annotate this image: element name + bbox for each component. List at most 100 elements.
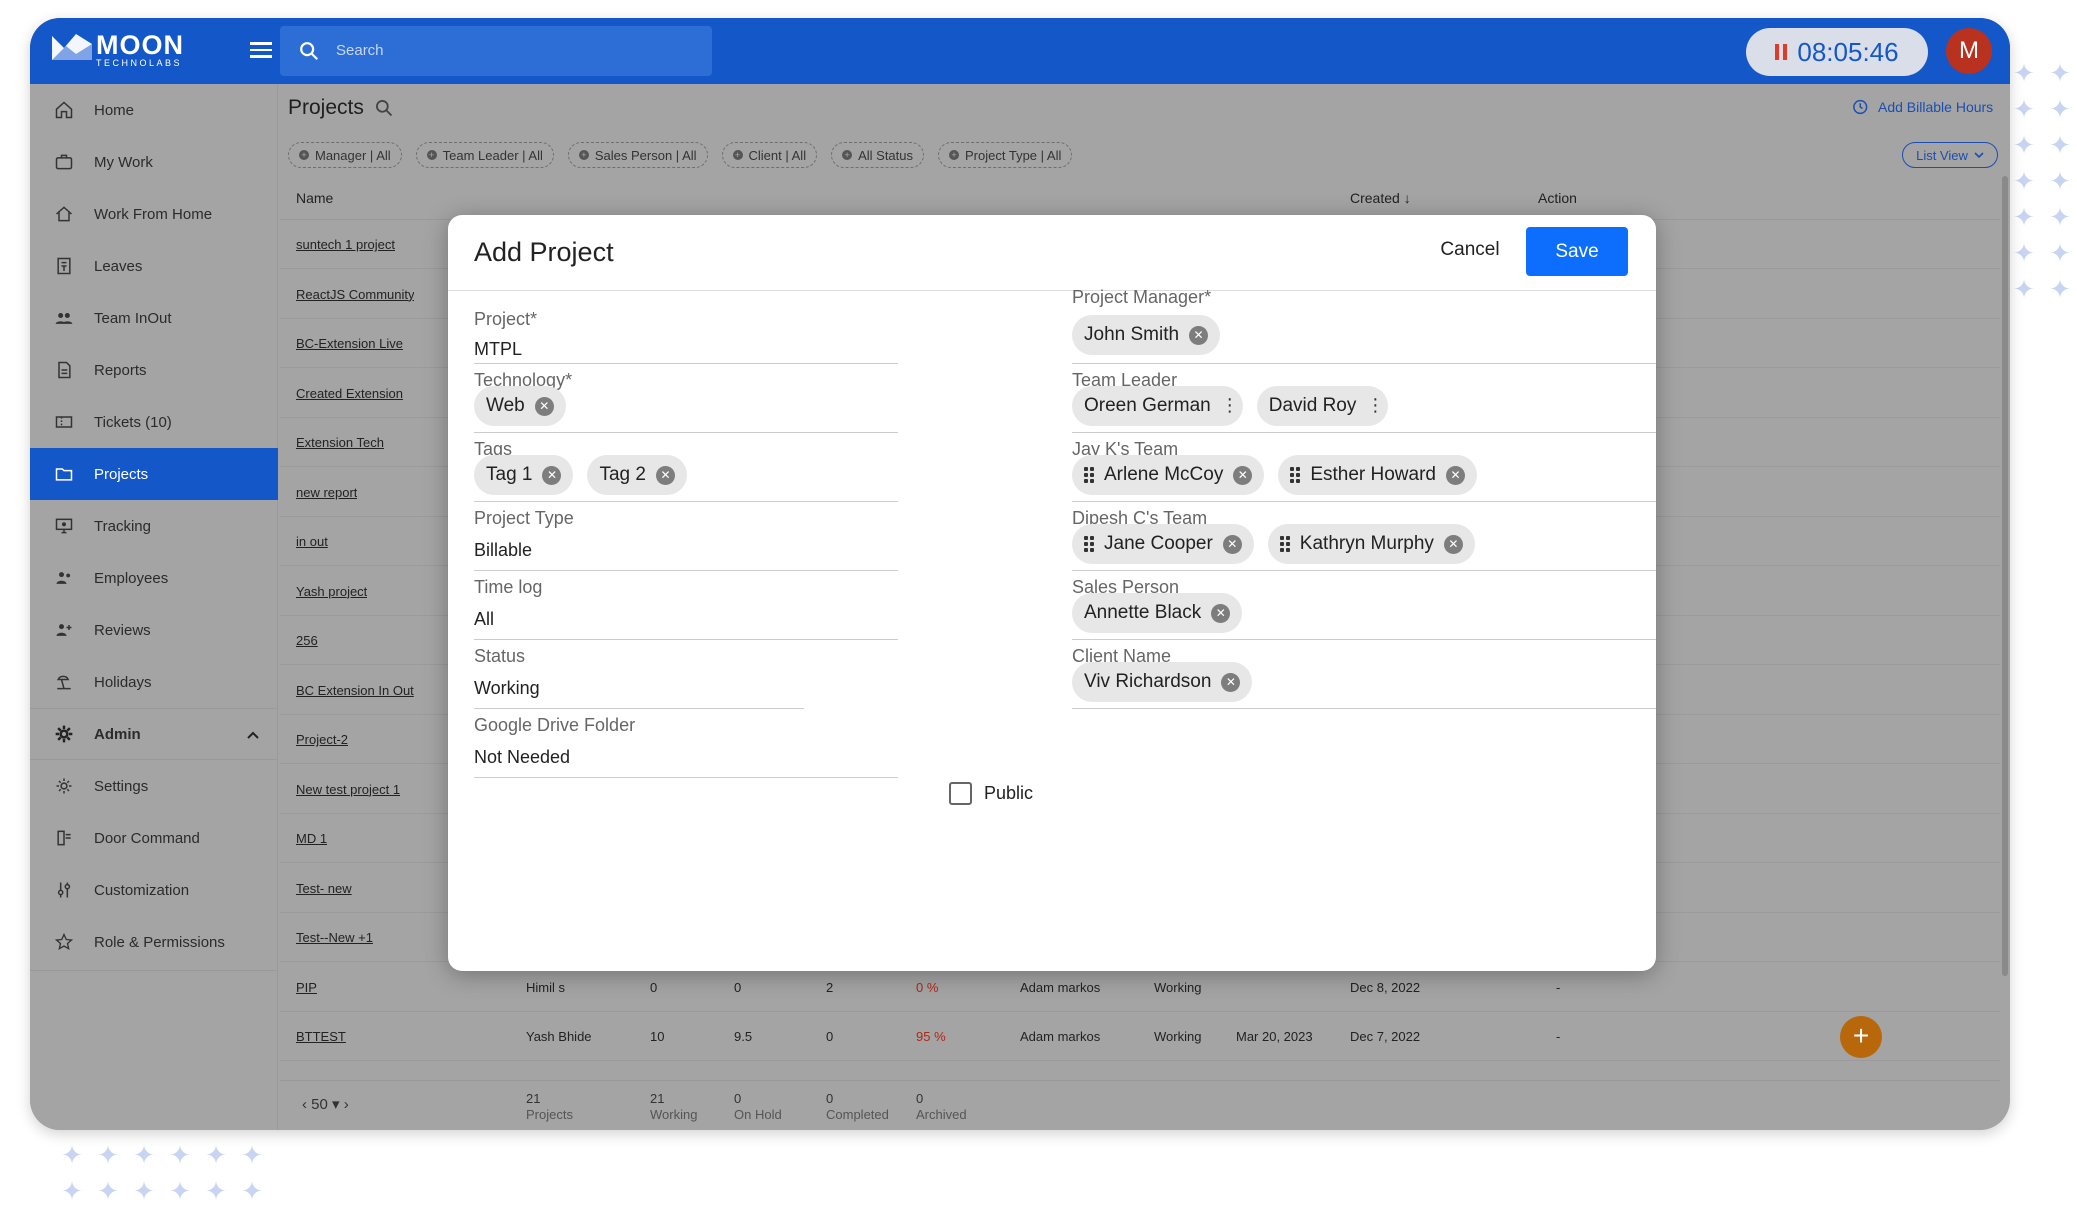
sidebar-item-my-work[interactable]: My Work [30,136,278,188]
cell-action[interactable]: - [1556,1029,1560,1044]
search-input[interactable]: Search [280,26,712,76]
menu-icon[interactable] [250,42,272,58]
save-button[interactable]: Save [1526,227,1628,276]
person-chip[interactable]: Web ✕ [474,386,566,426]
close-icon[interactable]: ✕ [1221,672,1241,692]
add-billable-hours-link[interactable]: Add Billable Hours [1852,98,1993,116]
sidebar-item-team-inout[interactable]: Team InOut [30,292,278,344]
close-icon[interactable]: ✕ [1211,603,1231,623]
add-fab-button[interactable]: + [1840,1016,1882,1058]
field-client[interactable]: Client Name Viv Richardson ✕ [1072,640,1656,709]
project-name-link[interactable]: Extension Tech [296,435,384,450]
person-chip[interactable]: Jane Cooper ✕ [1072,524,1254,564]
filter-chip[interactable]: + All Status [831,142,925,168]
public-checkbox[interactable]: Public [949,782,1033,805]
project-name-link[interactable]: 256 [296,633,318,648]
sidebar-item-tracking[interactable]: Tracking [30,500,278,552]
sidebar-item-admin[interactable]: Admin [30,708,278,760]
table-row[interactable]: BTTEST Yash Bhide 10 9.5 0 95 % Adam markos Wor… [280,1012,2000,1061]
project-name-link[interactable]: Project-2 [296,732,348,747]
field-project-manager[interactable]: Project Manager* John Smith ✕ [1072,287,1656,364]
field-drive[interactable]: Google Drive Folder Not Needed [474,709,898,778]
field-team-a[interactable]: Jay K's Team Arlene McCoy ✕ Esther Howard ✕ [1072,433,1656,502]
sidebar-item-reviews[interactable]: Reviews [30,604,278,656]
field-team-leader[interactable]: Team Leader Oreen German ⋮ David Roy ⋮ [1072,364,1656,433]
more-vert-icon[interactable]: ⋮ [1221,397,1239,415]
sidebar-item-projects[interactable]: Projects [30,448,278,500]
person-chip[interactable]: Oreen German ⋮ [1072,386,1243,426]
sidebar-item-reports[interactable]: Reports [30,344,278,396]
sidebar-item-settings[interactable]: Settings [30,760,278,812]
project-name-link[interactable]: Test- new [296,881,352,896]
field-time-log[interactable]: Time log All [474,571,898,640]
project-name-link[interactable]: MD 1 [296,831,327,846]
person-chip[interactable]: Esther Howard ✕ [1278,455,1477,495]
field-status[interactable]: Status Working [474,640,804,709]
col-name[interactable]: Name [296,190,333,206]
drag-handle-icon[interactable] [1084,535,1094,553]
search-icon[interactable] [374,98,394,118]
sidebar-item-holidays[interactable]: Holidays [30,656,278,708]
project-name-link[interactable]: BC-Extension Live [296,336,403,351]
col-created[interactable]: Created ↓ [1350,190,1411,206]
next-page-icon[interactable]: › [344,1096,349,1113]
person-chip[interactable]: Annette Black ✕ [1072,593,1243,633]
drag-handle-icon[interactable] [1084,466,1094,484]
prev-page-icon[interactable]: ‹ [302,1096,307,1113]
person-chip[interactable]: David Roy ⋮ [1256,386,1389,426]
project-name-link[interactable]: new report [296,485,357,500]
sidebar-item-leaves[interactable]: Leaves [30,240,278,292]
sidebar-item-customization[interactable]: Customization [30,864,278,916]
field-project-type[interactable]: Project Type Billable [474,502,898,571]
close-icon[interactable]: ✕ [1446,465,1465,485]
project-name-link[interactable]: BTTEST [296,1029,346,1044]
project-name-link[interactable]: suntech 1 project [296,237,395,252]
sidebar-item-employees[interactable]: Employees [30,552,278,604]
timer-button[interactable]: 08:05:46 [1746,28,1928,76]
brand-logo[interactable]: MOON TECHNOLABS [52,32,184,68]
sidebar-item-home[interactable]: Home [30,84,278,136]
person-chip[interactable]: Tag 2 ✕ [587,455,687,495]
filter-chip[interactable]: + Client | All [721,142,818,168]
drag-handle-icon[interactable] [1290,466,1301,484]
project-name-link[interactable]: New test project 1 [296,782,400,797]
checkbox-box[interactable] [949,782,972,805]
project-name-link[interactable]: PIP [296,980,317,995]
avatar[interactable]: M [1946,28,1992,74]
field-sales[interactable]: Sales Person Annette Black ✕ [1072,571,1656,640]
sidebar-item-role-permissions[interactable]: Role & Permissions [30,916,278,968]
pagination[interactable]: ‹ 50 ▾ › [302,1097,349,1113]
sidebar-item-door-command[interactable]: Door Command [30,812,278,864]
more-vert-icon[interactable]: ⋮ [1366,397,1384,415]
filter-chip[interactable]: + Manager | All [288,142,402,168]
per-page-select[interactable]: 50 [311,1096,328,1113]
project-name-link[interactable]: ReactJS Community [296,287,414,302]
close-icon[interactable]: ✕ [534,396,554,416]
project-name-link[interactable]: Test--New +1 [296,930,373,945]
vertical-scrollbar[interactable] [2002,176,2008,976]
filter-chip[interactable]: + Sales Person | All [567,142,708,168]
project-name-link[interactable]: in out [296,534,328,549]
person-chip[interactable]: Kathryn Murphy ✕ [1267,524,1475,564]
person-chip[interactable]: Viv Richardson ✕ [1072,662,1253,702]
list-view-select[interactable]: List View [1902,142,1998,168]
project-name-link[interactable]: BC Extension In Out [296,683,414,698]
close-icon[interactable]: ✕ [655,465,675,485]
field-project[interactable]: Project* MTPL [474,295,898,364]
close-icon[interactable]: ✕ [1443,534,1463,554]
field-technology[interactable]: Technology* Web ✕ [474,364,898,433]
person-chip[interactable]: Arlene McCoy ✕ [1072,455,1265,495]
filter-chip[interactable]: + Team Leader | All [415,142,554,168]
sidebar-item-work-from-home[interactable]: Work From Home [30,188,278,240]
cancel-button[interactable]: Cancel [1414,225,1526,275]
filter-chip[interactable]: + Project Type | All [938,142,1073,168]
field-tags[interactable]: Tags Tag 1 ✕ Tag 2 ✕ [474,433,898,502]
person-chip[interactable]: John Smith ✕ [1072,315,1221,355]
sidebar-item-tickets-10[interactable]: Tickets (10) [30,396,278,448]
project-name-link[interactable]: Yash project [296,584,367,599]
drag-handle-icon[interactable] [1279,535,1290,553]
field-team-b[interactable]: Dipesh C's Team Jane Cooper ✕ Kathryn Murph… [1072,502,1656,571]
person-chip[interactable]: Tag 1 ✕ [474,455,574,495]
project-name-link[interactable]: Created Extension [296,386,403,401]
chevron-up-icon[interactable] [246,727,260,744]
